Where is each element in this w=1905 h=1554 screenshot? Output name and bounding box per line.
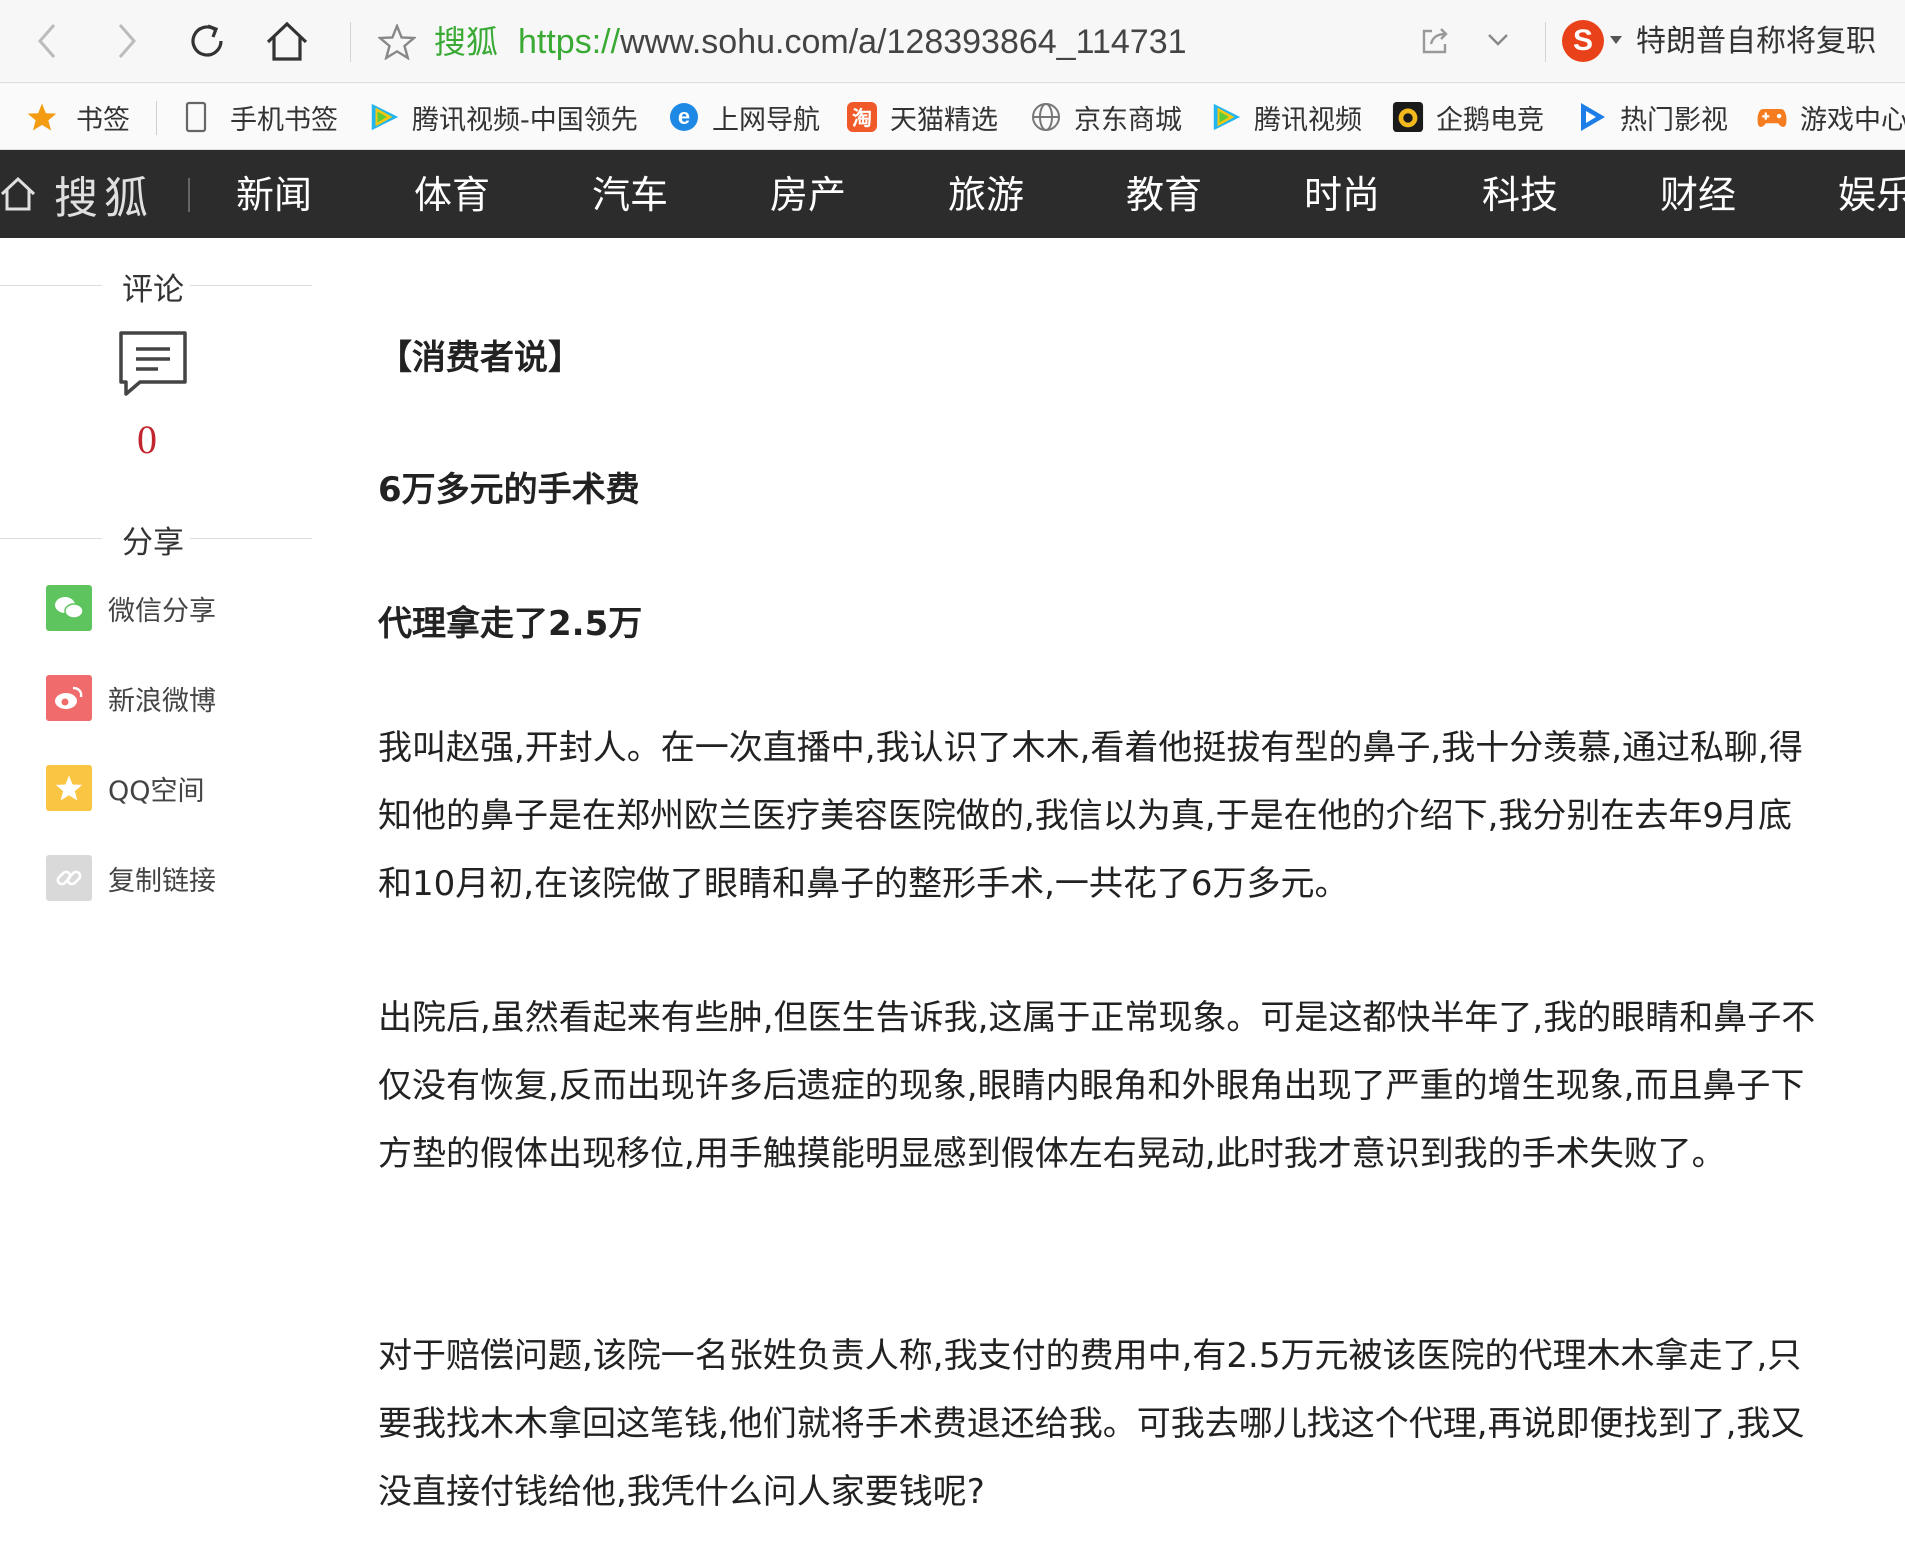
play-icon — [1576, 101, 1608, 133]
share-label: 微信分享 — [108, 595, 216, 627]
nav-item-finance[interactable]: 财经 — [1660, 170, 1736, 220]
nav-divider — [188, 178, 190, 212]
bookmark-label: 游戏中心 — [1800, 104, 1905, 136]
comment-icon[interactable] — [118, 330, 188, 398]
share-icon[interactable] — [1420, 26, 1450, 56]
bookmark-item[interactable]: 京东商城 — [1030, 99, 1182, 136]
divider — [0, 285, 102, 286]
svg-text:e: e — [678, 104, 690, 129]
bookmark-item[interactable]: e 上网导航 — [668, 99, 820, 136]
url-protocol: https:// — [518, 23, 621, 61]
penguin-esports-icon — [1392, 101, 1424, 133]
article-paragraph: 对于赔偿问题,该院一名张姓负责人称,我支付的费用中,有2.5万元被该医院的代理木… — [378, 1336, 1805, 1512]
comment-count[interactable]: 0 — [137, 415, 157, 465]
nav-item-realestate[interactable]: 房产 — [770, 170, 846, 220]
bookmark-label: 企鹅电竞 — [1436, 104, 1544, 136]
share-weibo-button[interactable]: 新浪微博 — [46, 675, 216, 721]
article-paragraph: 出院后,虽然看起来有些肿,但医生告诉我,这属于正常现象。可是这都快半年了,我的眼… — [378, 998, 1816, 1174]
weibo-icon — [46, 675, 92, 721]
nav-item-education[interactable]: 教育 — [1126, 170, 1202, 220]
bookmark-item[interactable]: 淘 天猫精选 — [846, 99, 998, 136]
sogou-search-icon[interactable]: S — [1562, 20, 1604, 62]
bookmark-label: 上网导航 — [712, 104, 820, 136]
bookmark-item[interactable]: 腾讯视频 — [1210, 99, 1362, 136]
nav-item-tech[interactable]: 科技 — [1482, 170, 1558, 220]
bookmark-label: 腾讯视频-中国领先 — [412, 104, 638, 136]
link-icon — [46, 855, 92, 901]
bookmark-item[interactable]: 企鹅电竞 — [1392, 99, 1544, 136]
home-icon — [0, 176, 36, 211]
bookmarks-divider — [156, 101, 157, 135]
url-path: www.sohu.com/a/128393864_114731 — [620, 23, 1187, 61]
nav-item-auto[interactable]: 汽车 — [592, 170, 668, 220]
back-button[interactable] — [24, 18, 70, 64]
url-input[interactable]: https://www.sohu.com/a/128393864_114731 — [518, 22, 1187, 62]
bookmark-item[interactable]: 热门影视 — [1576, 99, 1728, 136]
qzone-icon — [46, 765, 92, 811]
phone-icon — [180, 101, 212, 133]
bookmark-star-icon[interactable] — [378, 24, 416, 60]
share-label: 复制链接 — [108, 865, 216, 897]
bookmark-label: 京东商城 — [1074, 104, 1182, 136]
chevron-right-icon — [118, 24, 136, 58]
bookmark-item[interactable]: 手机书签 — [180, 99, 338, 136]
site-name-label: 搜狐 — [434, 23, 499, 61]
article-heading: 6万多元的手术费 — [378, 470, 640, 510]
home-button[interactable] — [264, 18, 310, 64]
chevron-left-icon — [38, 24, 56, 58]
article-tag: 【消费者说】 — [378, 338, 582, 378]
bookmark-label: 手机书签 — [230, 104, 338, 136]
sohu-logo[interactable]: 搜狐 — [0, 166, 154, 224]
forward-button[interactable] — [104, 18, 150, 64]
reload-button[interactable] — [184, 18, 230, 64]
gamepad-icon — [1756, 101, 1788, 133]
bookmark-item[interactable]: 游戏中心 — [1756, 99, 1905, 136]
hot-search-link[interactable]: 特朗普自称将复职 — [1636, 22, 1876, 62]
bookmark-label: 天猫精选 — [890, 104, 998, 136]
browser-toolbar: 搜狐 https://www.sohu.com/a/128393864_1147… — [0, 0, 1905, 83]
wechat-icon — [46, 585, 92, 631]
search-engine-dropdown-icon[interactable] — [1610, 36, 1622, 44]
chevron-down-icon[interactable] — [1486, 30, 1510, 50]
toolbar-divider — [1545, 22, 1546, 62]
divider — [190, 538, 312, 539]
article-paragraph: 我叫赵强,开封人。在一次直播中,我认识了木木,看着他挺拔有型的鼻子,我十分羡慕,… — [378, 728, 1803, 904]
nav-item-news[interactable]: 新闻 — [236, 170, 312, 220]
reload-icon — [191, 24, 223, 57]
nav-item-travel[interactable]: 旅游 — [948, 170, 1024, 220]
bookmark-label: 书签 — [76, 104, 130, 136]
home-icon — [266, 21, 308, 61]
divider — [0, 538, 102, 539]
share-label: QQ空间 — [108, 775, 205, 807]
bookmark-label: 热门影视 — [1620, 104, 1728, 136]
nav-item-sports[interactable]: 体育 — [414, 170, 490, 220]
bookmark-label: 腾讯视频 — [1254, 104, 1362, 136]
globe-icon — [1030, 101, 1062, 133]
sohu-logo-text: 搜狐 — [54, 173, 154, 224]
bookmark-item[interactable]: 书签 — [26, 99, 130, 136]
article-heading: 代理拿走了2.5万 — [378, 604, 643, 644]
sohu-channel-nav: 搜狐 新闻 体育 汽车 房产 旅游 教育 时尚 科技 财经 娱乐 — [0, 150, 1905, 238]
toolbar-divider — [350, 22, 351, 62]
bookmark-item[interactable]: 腾讯视频-中国领先 — [368, 99, 638, 135]
share-qzone-button[interactable]: QQ空间 — [46, 765, 205, 811]
nav-item-fashion[interactable]: 时尚 — [1304, 170, 1380, 220]
bookmarks-bar: 书签 手机书签 腾讯视频-中国领先 e 上网导航 淘 天猫精选 京东商城 腾讯视… — [0, 83, 1905, 150]
divider — [190, 285, 312, 286]
comment-section-title: 评论 — [122, 272, 184, 308]
share-section-title: 分享 — [122, 525, 184, 561]
tencent-video-icon — [1210, 101, 1242, 133]
svg-text:淘: 淘 — [852, 106, 872, 130]
ie-icon: e — [668, 101, 700, 133]
star-icon — [26, 101, 58, 133]
share-label: 新浪微博 — [108, 685, 216, 717]
share-wechat-button[interactable]: 微信分享 — [46, 585, 216, 631]
copy-link-button[interactable]: 复制链接 — [46, 855, 216, 901]
tmall-icon: 淘 — [846, 101, 878, 133]
nav-item-entertainment[interactable]: 娱乐 — [1838, 170, 1905, 220]
tencent-video-icon — [368, 101, 400, 133]
